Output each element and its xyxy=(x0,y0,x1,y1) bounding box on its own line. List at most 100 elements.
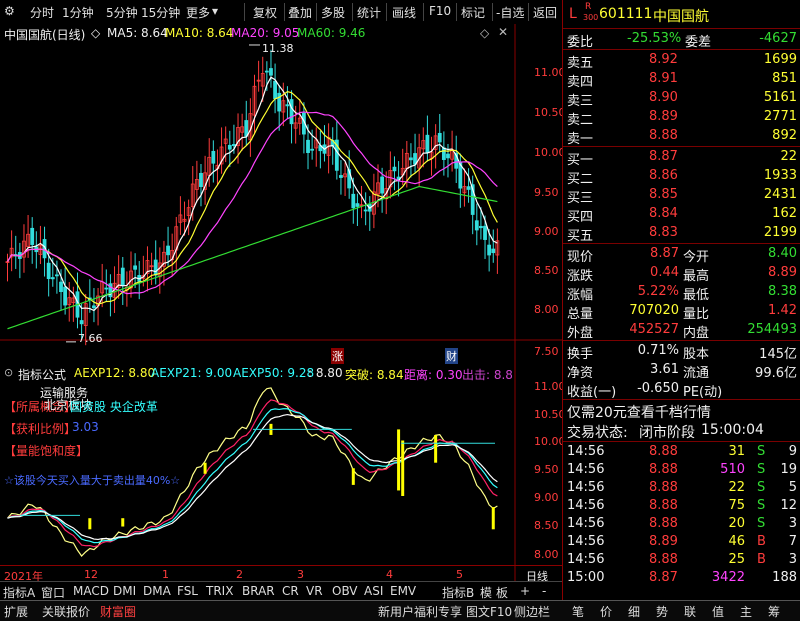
tick-row: 14:56 8.88 75 S 12 xyxy=(567,498,797,513)
toolbar-overlay[interactable]: 叠加 xyxy=(288,4,312,21)
bid-row[interactable]: 买二 8.86 1933 xyxy=(563,167,800,187)
ask-row[interactable]: 卖三 8.90 5161 xyxy=(563,89,800,109)
tab-emv[interactable]: EMV xyxy=(390,584,416,598)
toolbar-adjust[interactable]: 复权 xyxy=(253,4,277,21)
bid-row[interactable]: 买五 8.83 2199 xyxy=(563,224,800,244)
toolbar-intraday[interactable]: 分时 xyxy=(30,4,54,21)
tab-remove-button[interactable]: - xyxy=(542,584,546,598)
tab-add-button[interactable]: + xyxy=(520,584,530,598)
tab-vr[interactable]: VR xyxy=(306,584,323,598)
toolbar-back[interactable]: 返回 xyxy=(533,4,557,21)
candle-body xyxy=(392,166,397,172)
wealth-circle-button[interactable]: 财富圈 xyxy=(100,603,136,620)
chevron-down-icon[interactable]: ▾ xyxy=(212,4,218,18)
candle-body xyxy=(339,175,343,178)
tab-indicator-a[interactable]: 指标A xyxy=(3,584,35,601)
gear-icon[interactable]: ⚙ xyxy=(4,4,15,18)
tab-link[interactable]: 联 xyxy=(684,603,696,620)
f10-graphic-button[interactable]: 图文F10 xyxy=(466,603,512,620)
tick-row: 14:56 8.88 22 S 5 xyxy=(567,480,797,495)
bid-price: 8.87 xyxy=(649,149,678,164)
toolbar-1min[interactable]: 1分钟 xyxy=(62,4,94,21)
toolbar-watchlist[interactable]: -自选 xyxy=(496,4,524,21)
ma5-value: MA5: 8.64 xyxy=(107,26,168,40)
tab-trix[interactable]: TRIX xyxy=(206,584,233,598)
toolbar-stats[interactable]: 统计 xyxy=(357,4,381,21)
y-tick: 10.50 xyxy=(534,106,566,119)
signal-bar xyxy=(121,518,125,527)
tab-dma[interactable]: DMA xyxy=(143,584,171,598)
y-tick: 10.00 xyxy=(534,146,566,159)
tick-row: 14:56 8.88 25 B 3 xyxy=(567,552,797,567)
ask-row[interactable]: 卖一 8.88 892 xyxy=(563,127,800,147)
limit-up-badge[interactable]: 涨 xyxy=(331,348,344,364)
indicator-formula-label[interactable]: 指标公式 xyxy=(18,366,66,383)
candle-body xyxy=(466,186,471,190)
bid-row[interactable]: 买四 8.84 162 xyxy=(563,205,800,225)
chevron-down-icon[interactable]: ⊙ xyxy=(4,366,13,379)
tab-ticks[interactable]: 笔 xyxy=(572,603,584,620)
sidebar-button[interactable]: 侧边栏 xyxy=(514,603,550,620)
ask-volume: 892 xyxy=(772,128,797,143)
y-tick: 8.00 xyxy=(534,303,559,316)
tick-row: 14:56 8.88 510 S 19 xyxy=(567,462,797,477)
ind-y-tick: 10.00 xyxy=(534,435,566,448)
tab-indicator-b[interactable]: 指标B xyxy=(442,584,474,601)
financial-badge[interactable]: 财 xyxy=(445,348,458,364)
tab-dmi[interactable]: DMI xyxy=(113,584,136,598)
tab-window[interactable]: 窗口 xyxy=(41,584,65,601)
tab-fsl[interactable]: FSL xyxy=(177,584,198,598)
high-price-label: 11.38 xyxy=(262,42,294,55)
chart-area[interactable] xyxy=(0,24,562,581)
candle-body xyxy=(244,120,249,137)
candle-body xyxy=(285,104,290,107)
tab-chips[interactable]: 筹 xyxy=(768,603,780,620)
y-tick: 7.50 xyxy=(534,345,559,358)
signal-bar xyxy=(88,518,92,530)
tab-template[interactable]: 模 xyxy=(480,584,492,601)
tab-board[interactable]: 板 xyxy=(496,584,508,601)
level2-promo[interactable]: 仅需20元查看千档行情 xyxy=(563,401,800,421)
tab-macd[interactable]: MACD xyxy=(73,584,109,598)
toolbar-mark[interactable]: 标记 xyxy=(461,4,485,21)
volume-note: ☆该股今天买入量大于卖出量40%☆ xyxy=(4,474,181,487)
tab-main[interactable]: 主 xyxy=(740,603,752,620)
tab-asi[interactable]: ASI xyxy=(364,584,383,598)
candle-body xyxy=(153,259,158,276)
ind-y-tick: 8.00 xyxy=(534,548,559,561)
toolbar-more[interactable]: 更多 xyxy=(186,4,210,21)
tab-brar[interactable]: BRAR xyxy=(242,584,275,598)
bid-row[interactable]: 买一 8.87 22 xyxy=(563,148,800,168)
tab-price[interactable]: 价 xyxy=(600,603,612,620)
candle-body xyxy=(264,70,269,73)
candle-body xyxy=(211,150,216,164)
toolbar-15min[interactable]: 15分钟 xyxy=(141,4,180,21)
ask-row[interactable]: 卖四 8.91 851 xyxy=(563,70,800,90)
diamond-icon[interactable]: ◇ xyxy=(480,26,489,40)
bid-row[interactable]: 买三 8.85 2431 xyxy=(563,186,800,206)
tab-value[interactable]: 值 xyxy=(712,603,724,620)
tab-obv[interactable]: OBV xyxy=(332,584,358,598)
tab-trend[interactable]: 势 xyxy=(656,603,668,620)
expand-button[interactable]: 扩展 xyxy=(4,603,28,620)
ask-price: 8.91 xyxy=(649,71,678,86)
toolbar-f10[interactable]: F10 xyxy=(429,4,451,18)
tab-detail[interactable]: 细 xyxy=(628,603,640,620)
toolbar-multi[interactable]: 多股 xyxy=(321,4,345,21)
ask-row[interactable]: 卖五 8.92 1699 xyxy=(563,51,800,71)
toolbar-draw[interactable]: 画线 xyxy=(392,4,416,21)
candle-body xyxy=(92,305,96,309)
toolbar-5min[interactable]: 5分钟 xyxy=(106,4,138,21)
signal-bar xyxy=(351,468,355,485)
ma5-label: ◇ xyxy=(91,26,101,40)
aexp50-value: AEXP50: 9.28 xyxy=(233,366,315,380)
related-quote-button[interactable]: 关联报价 xyxy=(42,603,90,620)
tick-row: 15:00 8.87 3422 188 xyxy=(567,570,797,585)
candle-body xyxy=(289,99,294,125)
index-label: 300 xyxy=(583,13,599,22)
ask-row[interactable]: 卖二 8.89 2771 xyxy=(563,108,800,128)
close-icon[interactable]: ✕ xyxy=(498,25,508,39)
new-user-promo[interactable]: 新用户福利专享 xyxy=(378,603,462,620)
tab-cr[interactable]: CR xyxy=(282,584,299,598)
order-diff: -4627 xyxy=(759,31,797,46)
